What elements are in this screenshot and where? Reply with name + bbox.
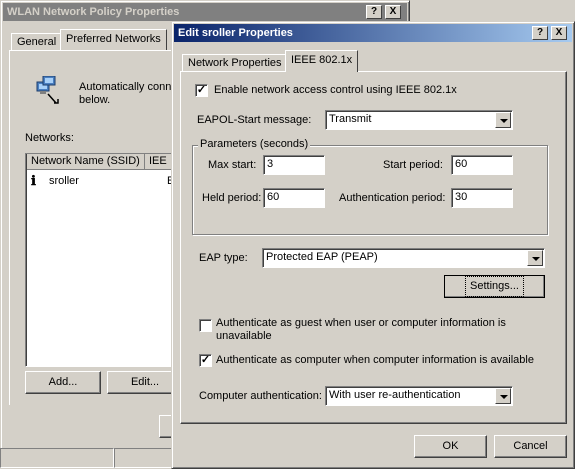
enable-8021x-checkbox[interactable]: ✓ bbox=[195, 84, 208, 97]
eapol-start-value: Transmit bbox=[329, 113, 372, 125]
computer-auth-select[interactable]: With user re-authentication bbox=[325, 386, 513, 406]
computer-auth-label: Computer authentication: bbox=[199, 390, 322, 402]
tab-ieee-8021x[interactable]: IEEE 802.1x bbox=[285, 50, 359, 72]
held-period-label: Held period: bbox=[202, 192, 262, 204]
edit-properties-dialog: Edit sroller Properties ? X Network Prop… bbox=[171, 21, 575, 469]
close-button[interactable]: X bbox=[385, 5, 401, 19]
auth-period-input[interactable]: 30 bbox=[451, 188, 513, 208]
info-icon: ℹ bbox=[31, 174, 36, 189]
auth-as-computer-label: Authenticate as computer when computer i… bbox=[216, 354, 534, 366]
networks-list[interactable]: Network Name (SSID) IEE ℹ sroller E bbox=[25, 153, 185, 367]
chevron-down-icon[interactable] bbox=[495, 388, 511, 404]
max-start-label: Max start: bbox=[208, 159, 257, 171]
auth-as-guest-checkbox[interactable] bbox=[199, 319, 212, 332]
parameters-group-label: Parameters (seconds) bbox=[198, 138, 311, 150]
tab-network-properties[interactable]: Network Properties bbox=[182, 54, 288, 72]
status-bar-panel bbox=[114, 448, 174, 468]
chevron-down-icon[interactable] bbox=[527, 250, 543, 266]
help-button[interactable]: ? bbox=[366, 5, 382, 19]
network-icon bbox=[34, 75, 68, 106]
enable-8021x-label: Enable network access control using IEEE… bbox=[214, 84, 457, 96]
eapol-start-select[interactable]: Transmit bbox=[325, 110, 513, 130]
ok-button[interactable]: OK bbox=[414, 435, 487, 458]
add-button[interactable]: Add... bbox=[25, 371, 101, 394]
column-header-ssid[interactable]: Network Name (SSID) bbox=[27, 154, 145, 170]
auth-as-guest-label: Authenticate as guest when user or compu… bbox=[216, 317, 506, 342]
start-period-label: Start period: bbox=[383, 159, 443, 171]
eap-type-select[interactable]: Protected EAP (PEAP) bbox=[262, 248, 545, 268]
tab-preferred-networks[interactable]: Preferred Networks bbox=[60, 29, 167, 51]
table-row[interactable]: ℹ sroller E bbox=[27, 173, 183, 190]
cancel-button[interactable]: Cancel bbox=[494, 435, 567, 458]
networks-label: Networks: bbox=[25, 132, 74, 144]
status-bar bbox=[0, 448, 114, 468]
auto-connect-description: Automatically conne below. bbox=[79, 81, 178, 106]
auth-as-computer-checkbox[interactable]: ✓ bbox=[199, 354, 212, 367]
wlan-policy-title: WLAN Network Policy Properties bbox=[7, 6, 180, 18]
auth-period-label: Authentication period: bbox=[339, 192, 446, 204]
eap-type-label: EAP type: bbox=[199, 252, 248, 264]
network-ssid: sroller bbox=[49, 175, 79, 187]
edit-properties-titlebar: Edit sroller Properties ? X bbox=[174, 24, 572, 42]
help-button[interactable]: ? bbox=[532, 26, 548, 40]
computer-auth-value: With user re-authentication bbox=[329, 389, 461, 401]
close-button[interactable]: X bbox=[551, 26, 567, 40]
eap-type-value: Protected EAP (PEAP) bbox=[266, 251, 378, 263]
chevron-down-icon[interactable] bbox=[495, 112, 511, 128]
wlan-policy-titlebar: WLAN Network Policy Properties ? X bbox=[3, 3, 407, 21]
held-period-input[interactable]: 60 bbox=[263, 188, 325, 208]
start-period-input[interactable]: 60 bbox=[451, 155, 513, 175]
edit-properties-title: Edit sroller Properties bbox=[178, 27, 293, 39]
max-start-input[interactable]: 3 bbox=[263, 155, 325, 175]
settings-button[interactable]: Settings... bbox=[444, 275, 545, 298]
eapol-start-label: EAPOL-Start message: bbox=[197, 114, 312, 126]
tab-general[interactable]: General bbox=[11, 33, 63, 51]
